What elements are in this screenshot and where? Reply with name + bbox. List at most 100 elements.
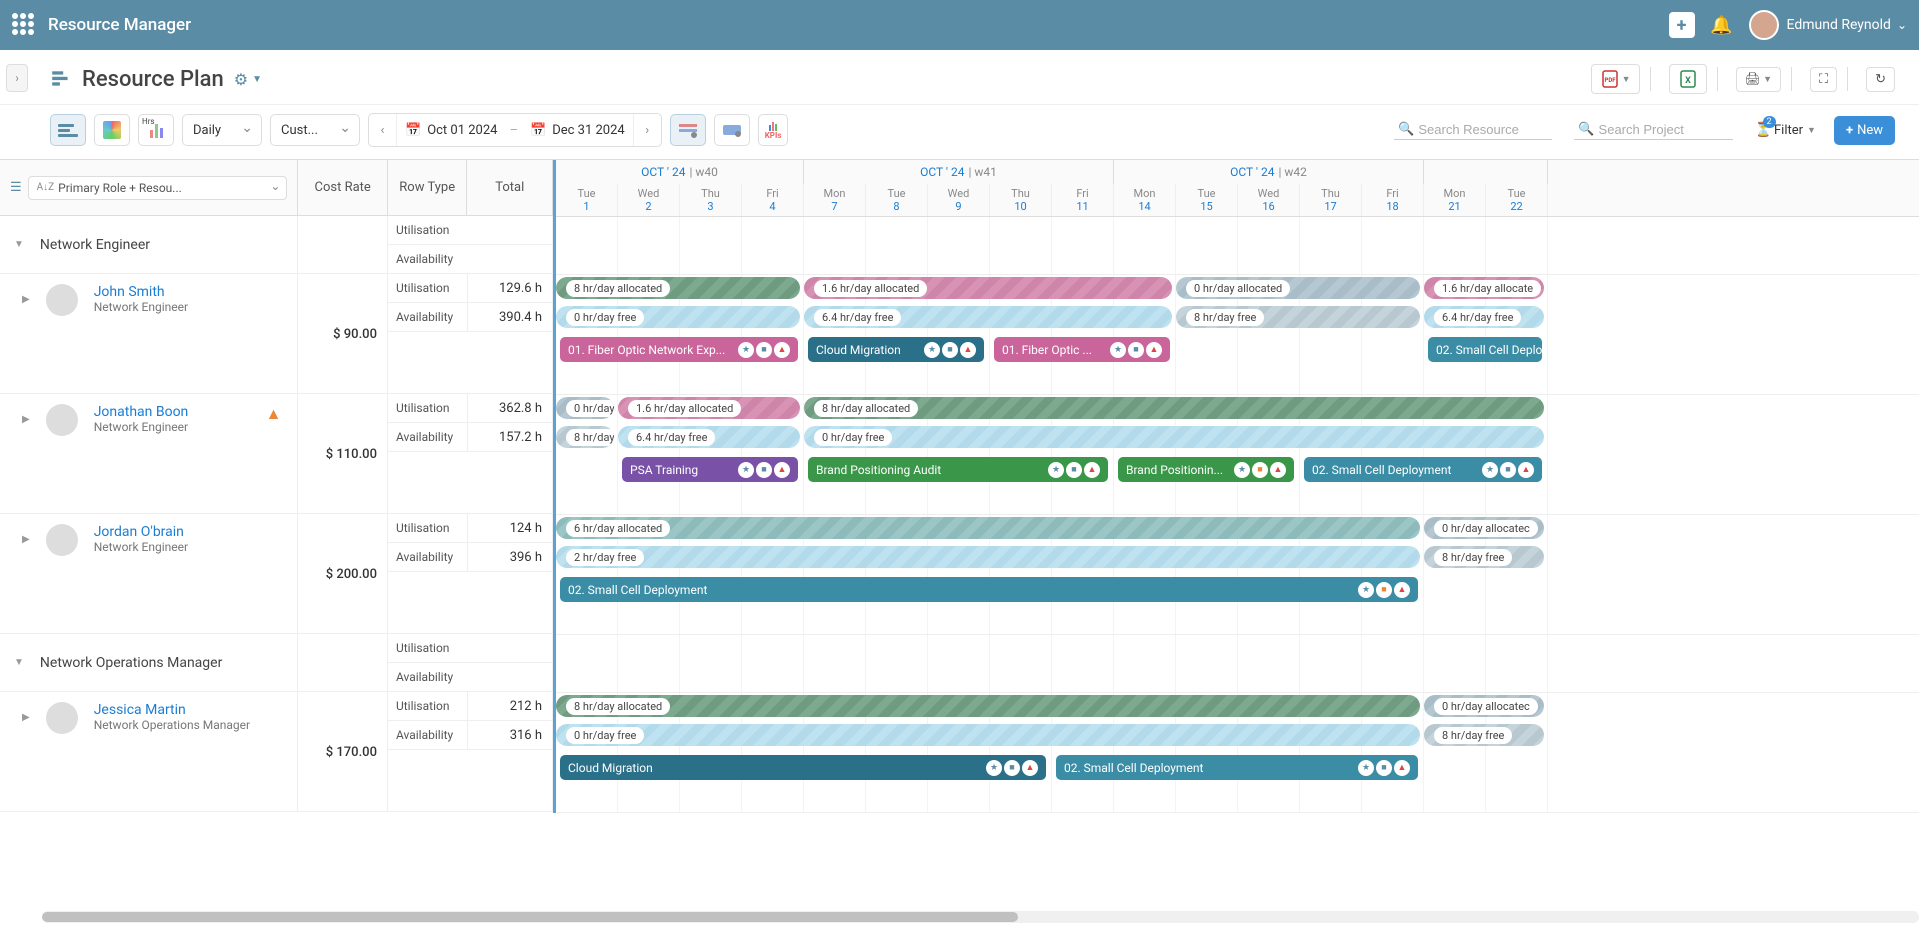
col-row-type[interactable]: Row Type [388, 160, 468, 215]
group-by-select[interactable]: A↓ZPrimary Role + Resou... [28, 176, 288, 200]
utilisation-bar[interactable]: 8 hr/day allocated [556, 277, 800, 299]
horizontal-scrollbar[interactable] [42, 911, 1919, 923]
utilisation-bar[interactable]: 1.6 hr/day allocated [618, 397, 800, 419]
resource-name[interactable]: Jordan O'brain [94, 524, 188, 540]
timeline-day[interactable]: Tue8 [866, 184, 928, 216]
resource-avatar[interactable] [46, 524, 78, 556]
date-next-button[interactable]: › [633, 114, 661, 146]
expand-icon[interactable]: ▶ [22, 534, 30, 545]
search-project-input[interactable] [1599, 122, 1729, 137]
timeline-day[interactable]: Fri18 [1362, 184, 1424, 216]
task-bar[interactable]: Brand Positioning Audit★■▲ [808, 457, 1108, 482]
utilisation-bar[interactable]: 0 hr/day allocated [1176, 277, 1420, 299]
timeline-day[interactable]: Mon14 [1114, 184, 1176, 216]
custom-select[interactable]: Cust... [270, 114, 360, 146]
timeline-day[interactable]: Tue1 [556, 184, 618, 216]
timeline-day[interactable]: Thu10 [990, 184, 1052, 216]
date-from[interactable]: 📅Oct 01 2024 [397, 114, 505, 146]
refresh-button[interactable]: ↻ [1866, 67, 1895, 92]
availability-bar[interactable]: 8 hr/day [556, 426, 614, 448]
task-bar[interactable]: 01. Fiber Optic Network Exp...★■▲ [560, 337, 798, 362]
apps-menu-icon[interactable] [12, 13, 36, 37]
task-bar[interactable]: 02. Small Cell Deployment★■▲ [1304, 457, 1542, 482]
search-resource[interactable]: 🔍 [1394, 120, 1552, 140]
timeline-day[interactable]: Wed9 [928, 184, 990, 216]
availability-bar[interactable]: 8 hr/day free [1424, 724, 1544, 746]
task-bar[interactable]: 02. Small Cell Deployment★■▲ [560, 577, 1418, 602]
utilisation-bar[interactable]: 8 hr/day allocated [804, 397, 1544, 419]
utilisation-bar[interactable]: 8 hr/day allocated [556, 695, 1420, 717]
view-config2-button[interactable] [714, 114, 750, 146]
utilisation-bar[interactable]: 1.6 hr/day allocate [1424, 277, 1544, 299]
col-total[interactable]: Total [467, 160, 553, 215]
filter-button[interactable]: ⏳2 Filter▼ [1755, 122, 1816, 138]
timescale-select[interactable]: Daily [182, 114, 262, 146]
search-project[interactable]: 🔍 [1574, 120, 1732, 140]
user-menu-chevron-icon[interactable]: ⌄ [1897, 18, 1907, 32]
view-hours-button[interactable]: Hrs [138, 114, 174, 146]
task-bar[interactable]: Cloud Migration★■▲ [808, 337, 984, 362]
col-cost-rate[interactable]: Cost Rate [298, 160, 388, 215]
availability-bar[interactable]: 6.4 hr/day free [804, 306, 1172, 328]
utilisation-bar[interactable]: 0 hr/day allocatec [1424, 517, 1544, 539]
notifications-icon[interactable]: 🔔 [1705, 8, 1739, 42]
print-button[interactable]: 🖨▼ [1736, 67, 1781, 92]
kpi-button[interactable]: KPIs [758, 114, 789, 146]
collapse-icon[interactable]: ▼ [14, 239, 24, 250]
date-to[interactable]: 📅Dec 31 2024 [522, 114, 633, 146]
new-button[interactable]: +New [1834, 116, 1895, 145]
user-avatar[interactable] [1749, 10, 1779, 40]
expand-icon[interactable]: ▶ [22, 414, 30, 425]
timeline-day[interactable]: Mon7 [804, 184, 866, 216]
timeline-day[interactable]: Fri11 [1052, 184, 1114, 216]
expand-icon[interactable]: ▶ [22, 294, 30, 305]
expand-icon[interactable]: ▶ [22, 712, 30, 723]
timeline-day[interactable]: Tue15 [1176, 184, 1238, 216]
resource-name[interactable]: John Smith [94, 284, 188, 300]
resource-avatar[interactable] [46, 404, 78, 436]
timeline-day[interactable]: Wed2 [618, 184, 680, 216]
utilisation-bar[interactable]: 1.6 hr/day allocated [804, 277, 1172, 299]
page-settings-button[interactable]: ⚙▼ [234, 70, 262, 89]
timeline-day[interactable]: Wed16 [1238, 184, 1300, 216]
date-prev-button[interactable]: ‹ [369, 114, 397, 146]
availability-bar[interactable]: 0 hr/day free [556, 306, 800, 328]
task-bar[interactable]: 01. Fiber Optic ...★■▲ [994, 337, 1170, 362]
add-button[interactable]: + [1669, 12, 1695, 38]
task-bar[interactable]: 02. Small Cell Deployr [1428, 337, 1542, 362]
utilisation-bar[interactable]: 0 hr/day [556, 397, 614, 419]
collapse-icon[interactable]: ▼ [14, 657, 24, 668]
resource-name[interactable]: Jonathan Boon [94, 404, 189, 420]
task-bar[interactable]: 02. Small Cell Deployment★■▲ [1056, 755, 1418, 780]
task-bar[interactable]: PSA Training★■▲ [622, 457, 798, 482]
task-bar[interactable]: Cloud Migration★■▲ [560, 755, 1046, 780]
availability-bar[interactable]: 8 hr/day free [1424, 546, 1544, 568]
view-heatmap-button[interactable] [94, 114, 130, 146]
sidebar-toggle[interactable]: › [6, 64, 28, 92]
timeline-day[interactable]: Fri4 [742, 184, 804, 216]
resource-name[interactable]: Jessica Martin [94, 702, 250, 718]
timeline-day[interactable]: Tue22 [1486, 184, 1548, 216]
timeline-day[interactable]: Thu17 [1300, 184, 1362, 216]
utilisation-bar[interactable]: 6 hr/day allocated [556, 517, 1420, 539]
export-pdf-button[interactable]: PDF▼ [1591, 64, 1640, 94]
row-filter-icon[interactable]: ☰ [10, 180, 22, 195]
availability-bar[interactable]: 8 hr/day free [1176, 306, 1420, 328]
warning-icon[interactable]: ▲ [266, 404, 282, 424]
export-excel-button[interactable]: X [1669, 64, 1707, 94]
user-name[interactable]: Edmund Reynold [1787, 17, 1891, 33]
view-gantt-button[interactable] [50, 114, 86, 146]
resource-avatar[interactable] [46, 702, 78, 734]
availability-bar[interactable]: 0 hr/day free [556, 724, 1420, 746]
search-resource-input[interactable] [1418, 122, 1548, 137]
availability-bar[interactable]: 6.4 hr/day free [1424, 306, 1544, 328]
availability-bar[interactable]: 2 hr/day free [556, 546, 1420, 568]
task-bar[interactable]: Brand Positionin...★■▲ [1118, 457, 1294, 482]
resource-avatar[interactable] [46, 284, 78, 316]
availability-bar[interactable]: 0 hr/day free [804, 426, 1544, 448]
timeline-day[interactable]: Thu3 [680, 184, 742, 216]
view-config1-button[interactable] [670, 114, 706, 146]
timeline-day[interactable]: Mon21 [1424, 184, 1486, 216]
fullscreen-button[interactable]: ⛶ [1810, 67, 1837, 92]
utilisation-bar[interactable]: 0 hr/day allocatec [1424, 695, 1544, 717]
